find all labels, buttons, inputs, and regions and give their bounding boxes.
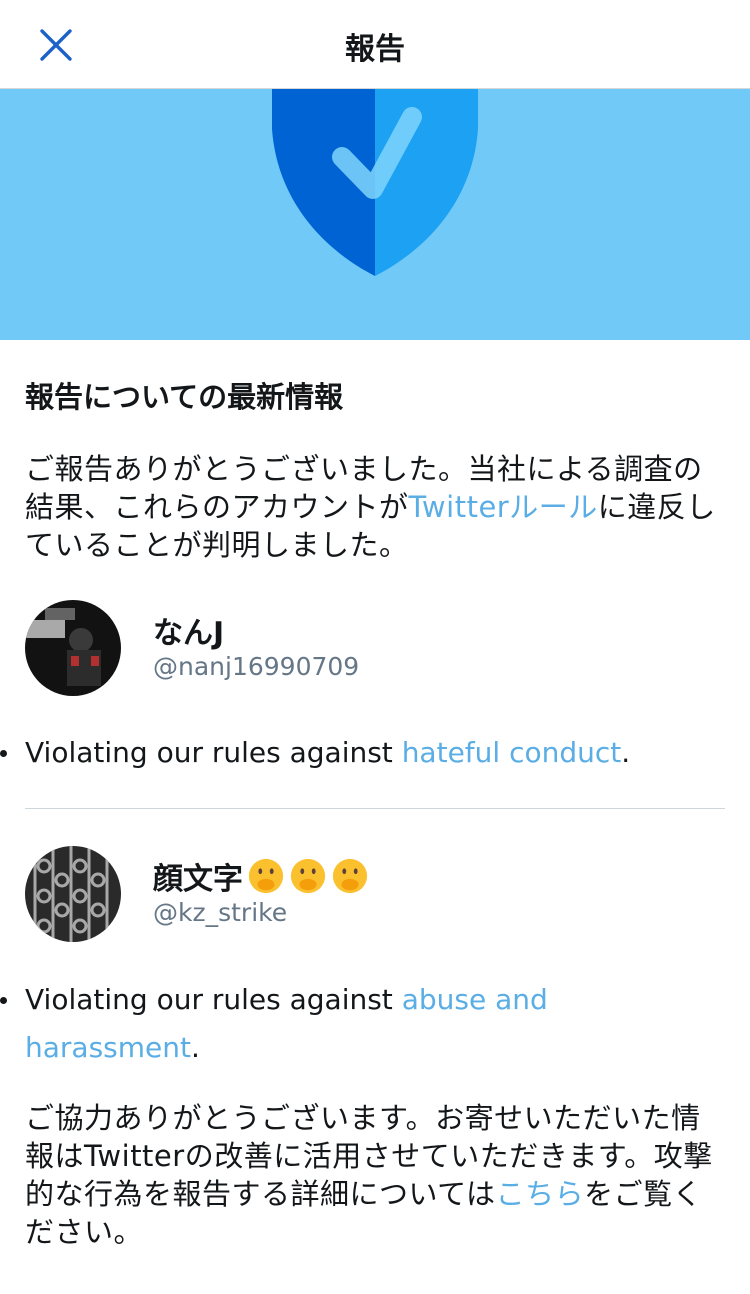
shushing-face-emoji [332,858,368,894]
violation-suffix: . [190,1031,200,1064]
violation-suffix: . [621,736,631,769]
account-name-row: 顔文字 [153,854,369,898]
account-handle: @nanj16990709 [153,652,360,681]
hateful-conduct-link[interactable]: hateful conduct [402,736,622,769]
details-link[interactable]: こちら [496,1177,585,1211]
twitter-rules-link[interactable]: Twitterルール [409,490,598,524]
close-button[interactable] [30,22,82,68]
violation-prefix: Violating our rules against [25,983,402,1016]
hero-banner [0,89,750,340]
footer-text: ご協力ありがとうございます。お寄せいただいた情報はTwitterの改善に活用させ… [25,1099,725,1251]
section-title: 報告についての最新情報 [25,380,344,414]
account-card[interactable]: 顔文字 @kz_strike [25,846,725,946]
avatar[interactable] [25,846,121,942]
bullet [0,750,7,757]
shushing-face-emoji [290,858,326,894]
account-name: なんJ [153,616,225,651]
violation-item: Violating our rules against hateful cond… [0,729,715,777]
close-icon [40,29,72,61]
avatar[interactable] [25,600,121,696]
header-bar: 報告 [0,0,750,89]
shield-check-icon [272,89,478,276]
account-card[interactable]: なんJ @nanj16990709 [25,600,725,700]
intro-text: ご報告ありがとうございました。当社による調査の結果、これらのアカウントがTwit… [25,450,725,564]
divider [25,808,725,809]
bullet [0,997,7,1004]
account-name: 顔文字 [153,862,243,897]
violation-item: Violating our rules against abuse and ha… [0,976,715,1072]
shushing-face-emoji [248,858,284,894]
page-title: 報告 [345,32,405,67]
account-handle: @kz_strike [153,898,288,927]
violation-prefix: Violating our rules against [25,736,402,769]
